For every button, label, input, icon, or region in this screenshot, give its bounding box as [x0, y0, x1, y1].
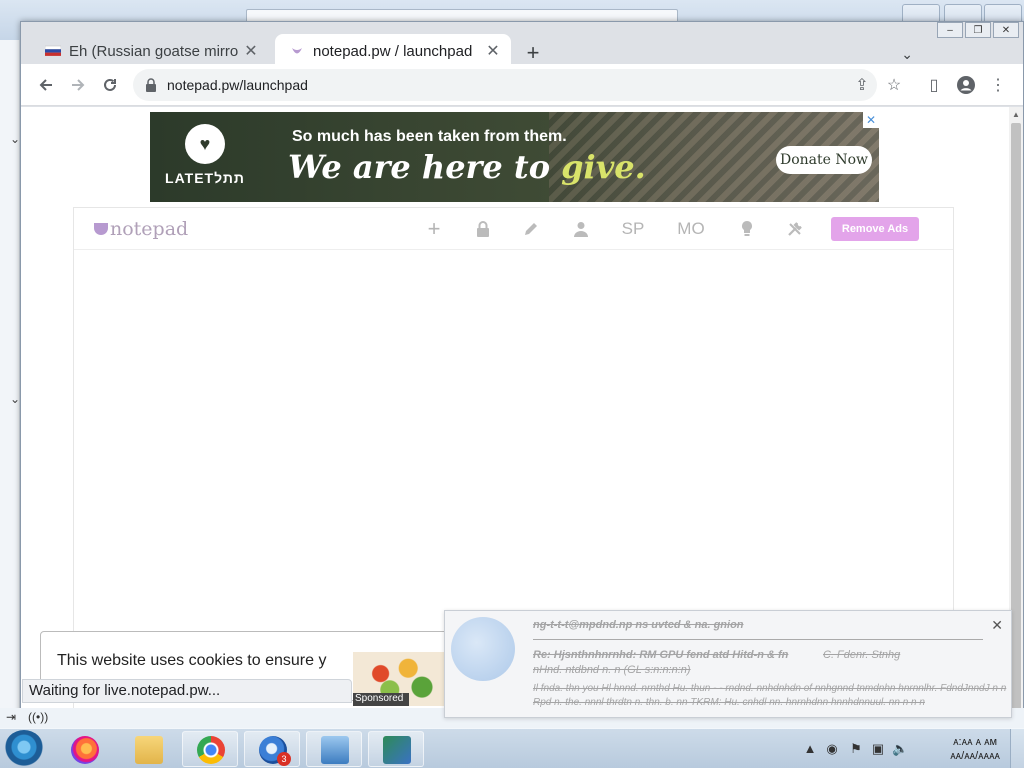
system-tray: ▲ ◉ ⚑ ▣ 🔈 ᴀ:ᴀᴀ ᴀ ᴀᴍ ᴀᴀ/ᴀᴀ/ᴀᴀᴀᴀ: [794, 729, 1024, 768]
notification-close-icon[interactable]: ✕: [991, 617, 1003, 634]
ad-logo: LATETתתל: [162, 124, 248, 194]
lightbulb-icon: [742, 221, 752, 236]
action-center-flag-icon[interactable]: ⚑: [848, 741, 864, 757]
taskbar-file-explorer[interactable]: [120, 731, 176, 767]
tab-search-chevron-icon[interactable]: ⌄: [901, 46, 913, 63]
donate-now-button[interactable]: Donate Now: [776, 146, 872, 174]
notification-meta: nHnd. ntdbnd n. n (GL s:n:n:n:n): [533, 664, 691, 676]
side-panel-icon[interactable]: ▯: [921, 72, 947, 98]
taskbar-chrome[interactable]: [182, 731, 238, 767]
show-desktop-button[interactable]: [1010, 729, 1024, 768]
tray-overflow-arrow-icon[interactable]: ▲: [802, 741, 818, 757]
notification-preview-1: Il fnda. thn you Hl hnnd. nrnthd Hu. thu…: [533, 683, 1007, 694]
profile-icon: [957, 76, 975, 94]
tools-button[interactable]: [784, 218, 806, 240]
ad-tagline: We are here to give.: [288, 148, 646, 186]
thunderbird-notification[interactable]: ng-t-t-t@mpdnd.np ns uvtcd & na. gnion R…: [444, 610, 1012, 718]
remote-desktop-icon: [383, 736, 411, 764]
address-bar[interactable]: notepad.pw/launchpad: [133, 69, 877, 101]
tools-icon: [788, 222, 802, 236]
tab-strip: Eh (Russian goatse mirro ✕ notepad.pw / …: [21, 30, 1023, 68]
broadcast-icon[interactable]: ((•)): [28, 710, 48, 724]
cookie-text: This website uses cookies to ensure y: [57, 652, 327, 669]
ad-close-icon[interactable]: ✕: [863, 112, 879, 128]
reload-button[interactable]: [97, 72, 123, 98]
ad-tagline-pre: We are here to: [288, 148, 562, 186]
menu-kebab-icon[interactable]: ⋮: [985, 72, 1011, 98]
profile-avatar[interactable]: [953, 72, 979, 98]
clock-time: ᴀ:ᴀᴀ ᴀ ᴀᴍ: [953, 736, 998, 748]
bookmark-star-icon[interactable]: ☆: [881, 72, 907, 98]
ad-logo-text: LATETתתל: [165, 170, 245, 186]
volume-icon[interactable]: 🔈: [892, 741, 908, 757]
arrow-left-icon: [39, 79, 52, 91]
network-icon[interactable]: ▣: [870, 741, 886, 757]
user-button[interactable]: [570, 218, 592, 240]
tab-eh[interactable]: Eh (Russian goatse mirro ✕: [31, 34, 269, 68]
notification-subject-tail: C. Fdenr. Stnhg: [823, 649, 901, 661]
close-tab-icon[interactable]: ✕: [243, 41, 259, 61]
edit-button[interactable]: [520, 218, 542, 240]
remove-ads-button[interactable]: Remove Ads: [831, 217, 919, 241]
ad-banner[interactable]: LATETתתל So much has been taken from the…: [150, 112, 879, 202]
folder-icon: [135, 736, 163, 764]
system-clock[interactable]: ᴀ:ᴀᴀ ᴀ ᴀᴍ ᴀᴀ/ᴀᴀ/ᴀᴀᴀᴀ: [950, 735, 1000, 763]
notepad-logo-text: notepad: [110, 218, 189, 240]
address-url: notepad.pw/launchpad: [167, 77, 308, 93]
tab-notepad[interactable]: notepad.pw / launchpad ✕: [275, 34, 511, 68]
lock-icon[interactable]: [145, 78, 157, 92]
add-note-button[interactable]: +: [422, 216, 446, 241]
lock-icon: [477, 221, 489, 237]
russian-flag-icon: [45, 45, 61, 56]
tab-title: notepad.pw / launchpad: [313, 42, 473, 60]
start-button[interactable]: [4, 730, 44, 768]
scrollbar-thumb[interactable]: [1011, 123, 1021, 713]
notification-divider: [533, 639, 983, 640]
scroll-up-arrow-icon[interactable]: ▲: [1012, 110, 1020, 119]
notification-subject: Re: Hjsnthnhnrnhd: RM GPU fend atd Hitd-…: [533, 649, 789, 661]
reload-icon: [104, 78, 116, 91]
tab-title: Eh (Russian goatse mirro: [69, 42, 239, 60]
sponsored-label: Sponsored: [353, 693, 409, 706]
new-tab-button[interactable]: +: [521, 40, 545, 66]
close-tab-icon[interactable]: ✕: [485, 41, 501, 61]
mo-button[interactable]: MO: [674, 218, 708, 240]
share-icon[interactable]: ⇪: [849, 72, 875, 98]
chrome-icon: [197, 736, 225, 764]
browser-toolbar: notepad.pw/launchpad ⇪ ☆ ▯ ⋮: [21, 64, 1023, 106]
notification-preview-2: Rpd n. the. nnnl thrdtn n. thn. b. nn TK…: [533, 697, 925, 708]
status-bubble: Waiting for live.notepad.pw...: [22, 679, 352, 703]
notepad-header: notepad + SP MO Remove Ads: [74, 208, 953, 250]
arrow-right-icon: [72, 79, 85, 91]
back-button[interactable]: [33, 72, 59, 98]
unread-count-badge: 3: [277, 752, 291, 766]
ad-tagline-highlight: give.: [561, 148, 646, 186]
heart-logo-icon: [185, 124, 225, 164]
forward-button[interactable]: [65, 72, 91, 98]
notification-sender: ng-t-t-t@mpdnd.np ns uvtcd & na. gnion: [533, 619, 744, 631]
tips-button[interactable]: [736, 218, 758, 240]
chevron-down-icon[interactable]: ⌄: [10, 132, 20, 146]
tray-app-icon[interactable]: ◉: [824, 741, 840, 757]
control-panel-icon: [321, 736, 349, 764]
collapse-arrow-icon[interactable]: ⇥: [6, 710, 16, 724]
pencil-icon: [525, 223, 537, 235]
notepad-logo-mark-icon: [94, 223, 108, 235]
taskbar-firefox[interactable]: [56, 731, 112, 767]
user-icon: [574, 222, 588, 237]
thunderbird-icon: [451, 617, 515, 681]
chevron-down-icon[interactable]: ⌄: [10, 392, 20, 406]
clock-date: ᴀᴀ/ᴀᴀ/ᴀᴀᴀᴀ: [950, 750, 1000, 762]
notepad-logo[interactable]: notepad: [94, 218, 188, 240]
notepad-favicon-icon: [292, 48, 302, 54]
taskbar-remote-desktop[interactable]: [368, 731, 424, 767]
lock-button[interactable]: [472, 218, 494, 240]
firefox-icon: [71, 736, 99, 764]
sp-button[interactable]: SP: [618, 218, 648, 240]
taskbar: 3 ▲ ◉ ⚑ ▣ 🔈 ᴀ:ᴀᴀ ᴀ ᴀᴍ ᴀᴀ/ᴀᴀ/ᴀᴀᴀᴀ: [0, 728, 1024, 768]
taskbar-control-panel[interactable]: [306, 731, 362, 767]
ad-headline: So much has been taken from them.: [292, 128, 567, 145]
taskbar-thunderbird[interactable]: 3: [244, 731, 300, 767]
